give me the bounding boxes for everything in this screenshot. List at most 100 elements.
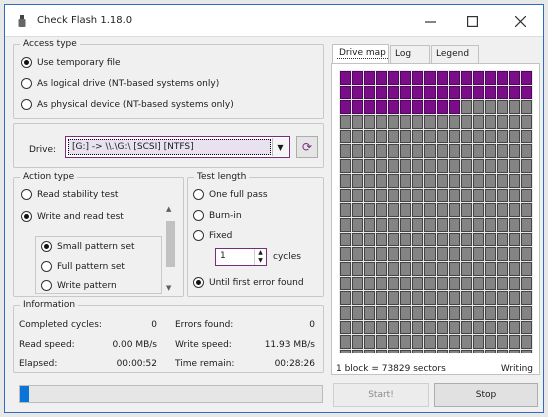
radio-label: One full pass	[209, 189, 268, 200]
map-block-done	[424, 71, 436, 85]
map-block-pending	[376, 276, 388, 291]
map-block-pending	[388, 335, 400, 350]
scroll-up-icon[interactable]: ▲	[166, 205, 171, 213]
map-block-done	[496, 85, 508, 100]
map-block-pending	[340, 159, 352, 173]
stop-button[interactable]: Stop	[434, 383, 538, 407]
usb-flash-icon	[18, 15, 26, 27]
length-fixed-radio[interactable]: Fixed	[193, 230, 232, 241]
map-block-pending	[496, 335, 508, 350]
map-block-pending	[400, 217, 412, 232]
map-block-pending	[412, 306, 424, 320]
radio-dot[interactable]	[41, 261, 52, 272]
scrollbar-thumb[interactable]	[166, 221, 175, 267]
tab-log[interactable]: Log	[390, 45, 430, 64]
map-block-pending	[520, 232, 532, 247]
map-block-pending	[460, 173, 472, 188]
map-block-pending	[484, 129, 496, 144]
action-scrollbar[interactable]: ▲ ▼	[163, 203, 178, 294]
map-block-pending	[484, 276, 496, 291]
map-block-pending	[436, 247, 448, 261]
map-block-pending	[364, 115, 376, 129]
pattern-small-radio[interactable]: Small pattern set	[41, 241, 135, 252]
map-block-pending	[340, 203, 352, 217]
radio-dot[interactable]	[21, 189, 32, 200]
radio-dot[interactable]	[41, 280, 52, 291]
start-button[interactable]: Start!	[333, 383, 429, 407]
pattern-full-radio[interactable]: Full pattern set	[41, 261, 125, 272]
radio-dot[interactable]	[193, 230, 204, 241]
tab-drive-map[interactable]: Drive map	[332, 44, 389, 64]
radio-dot[interactable]	[21, 78, 32, 89]
action-write-read-radio[interactable]: Write and read test	[21, 211, 124, 222]
map-block-pending	[400, 188, 412, 203]
tab-label: Log	[395, 49, 412, 59]
maximize-button[interactable]	[451, 5, 493, 37]
map-block-pending	[412, 144, 424, 159]
map-block-pending	[424, 291, 436, 305]
map-block-pending	[460, 320, 472, 335]
radio-dot[interactable]	[21, 99, 32, 110]
map-block-pending	[424, 217, 436, 232]
map-block-pending	[340, 291, 352, 305]
elapsed-label: Elapsed:	[19, 359, 58, 369]
length-one-pass-radio[interactable]: One full pass	[193, 189, 268, 200]
map-block-pending	[436, 261, 448, 276]
cycles-value: 1	[220, 251, 226, 261]
scroll-down-icon[interactable]: ▼	[166, 284, 171, 292]
radio-dot[interactable]	[21, 211, 32, 222]
refresh-drives-button[interactable]: ⟳	[296, 136, 318, 158]
errors-found-label: Errors found:	[175, 320, 234, 330]
map-block-pending	[472, 173, 484, 188]
map-block-pending	[400, 144, 412, 159]
access-logical-drive-radio[interactable]: As logical drive (NT-based systems only)	[21, 78, 219, 89]
map-block-pending	[388, 247, 400, 261]
map-block-pending	[388, 350, 400, 353]
map-block-pending	[364, 291, 376, 305]
spinner-arrows-icon[interactable]: ▲ ▼	[254, 249, 266, 265]
length-burn-in-radio[interactable]: Burn-in	[193, 210, 242, 221]
radio-dot[interactable]	[21, 57, 32, 68]
radio-label: As logical drive (NT-based systems only)	[37, 78, 220, 89]
map-block-pending	[376, 232, 388, 247]
map-block-pending	[520, 173, 532, 188]
map-block-pending	[352, 159, 364, 173]
radio-dot[interactable]	[41, 241, 52, 252]
map-block-pending	[472, 115, 484, 129]
map-block-pending	[424, 173, 436, 188]
pattern-write-radio[interactable]: Write pattern	[41, 280, 117, 291]
map-block-pending	[460, 188, 472, 203]
title-bar[interactable]: Check Flash 1.18.0	[5, 5, 543, 37]
close-button[interactable]	[499, 5, 541, 37]
radio-dot[interactable]	[193, 189, 204, 200]
map-block-pending	[424, 350, 436, 353]
map-block-pending	[388, 188, 400, 203]
map-block-pending	[496, 247, 508, 261]
map-block-done	[400, 85, 412, 100]
map-block-done	[412, 100, 424, 115]
map-block-pending	[352, 144, 364, 159]
map-block-pending	[520, 261, 532, 276]
length-until-error-radio[interactable]: Until first error found	[193, 277, 304, 288]
map-block-pending	[436, 306, 448, 320]
access-physical-device-radio[interactable]: As physical device (NT-based systems onl…	[21, 99, 234, 110]
map-block-pending	[388, 173, 400, 188]
access-temp-file-radio[interactable]: Use temporary file	[21, 57, 121, 68]
minimize-button[interactable]	[409, 5, 451, 37]
map-block-done	[448, 100, 460, 115]
drive-label: Drive:	[29, 145, 57, 155]
time-remain-value: 00:28:26	[274, 359, 315, 369]
map-block-pending	[436, 232, 448, 247]
cycles-spinner[interactable]: 1 ▲ ▼	[215, 248, 267, 266]
action-read-stability-radio[interactable]: Read stability test	[21, 189, 118, 200]
map-block-pending	[496, 159, 508, 173]
tab-legend[interactable]: Legend	[431, 45, 479, 64]
map-block-done	[484, 85, 496, 100]
minimize-icon	[424, 20, 436, 23]
chevron-down-icon[interactable]: ▼	[272, 138, 288, 156]
radio-dot[interactable]	[193, 210, 204, 221]
radio-dot[interactable]	[193, 277, 204, 288]
map-block-pending	[364, 188, 376, 203]
drive-dropdown[interactable]: [G:] -> \\.\G:\ [SCSI] [NTFS] ▼	[65, 136, 290, 158]
map-block-pending	[352, 335, 364, 350]
